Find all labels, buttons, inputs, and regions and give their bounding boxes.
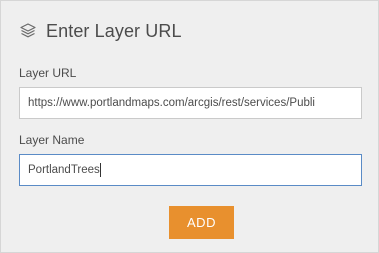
layer-name-value: PortlandTrees bbox=[28, 164, 100, 176]
add-button[interactable]: ADD bbox=[169, 206, 234, 239]
layer-name-input[interactable]: PortlandTrees bbox=[19, 154, 362, 186]
text-caret bbox=[99, 163, 101, 177]
panel-title: Enter Layer URL bbox=[46, 20, 182, 41]
layer-url-input[interactable]: https://www.portlandmaps.com/arcgis/rest… bbox=[19, 87, 362, 119]
enter-layer-url-panel: Enter Layer URL Layer URL https://www.po… bbox=[0, 0, 379, 253]
layers-icon bbox=[19, 22, 37, 40]
layer-name-label: Layer Name bbox=[19, 133, 85, 147]
layer-url-value: https://www.portlandmaps.com/arcgis/rest… bbox=[28, 97, 315, 109]
panel-header: Enter Layer URL bbox=[19, 19, 182, 43]
layer-url-label: Layer URL bbox=[19, 66, 77, 80]
